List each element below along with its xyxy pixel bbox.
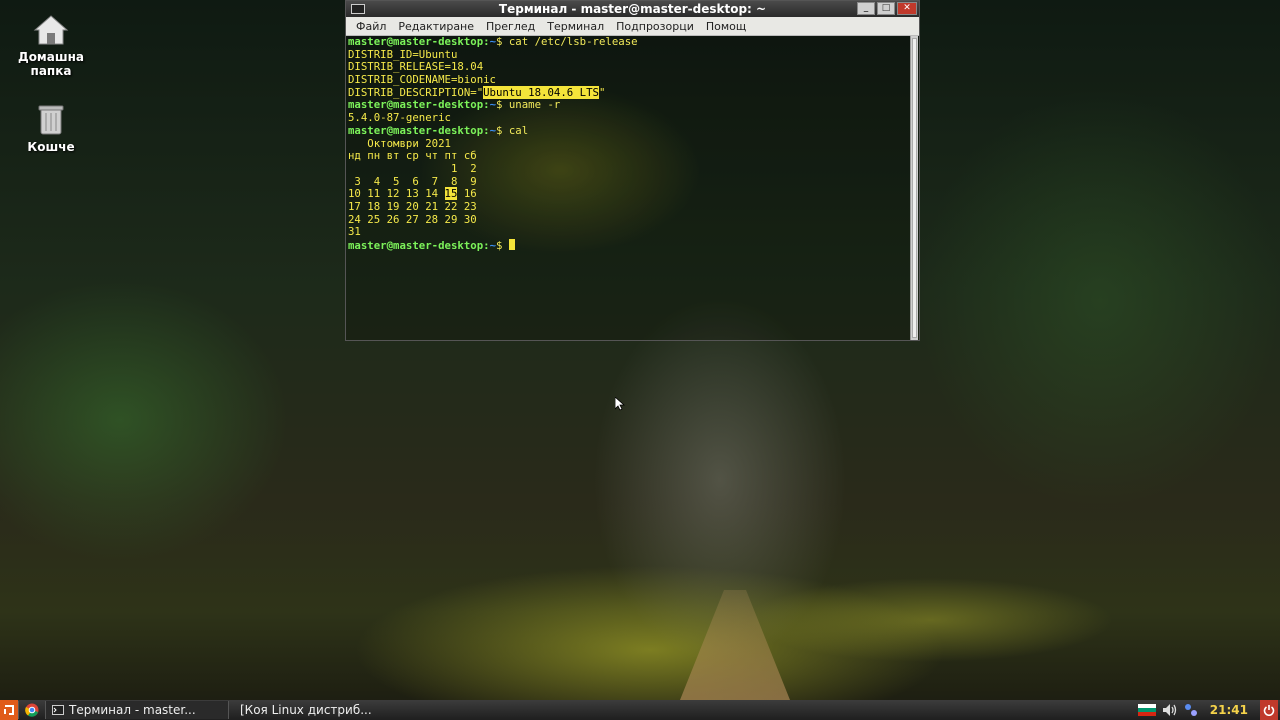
power-icon: [1263, 705, 1275, 716]
mouse-pointer-icon: [615, 397, 625, 411]
calendar-row: 17 18 19 20 21 22 23: [348, 199, 477, 213]
start-menu-button[interactable]: [0, 700, 18, 720]
home-folder-icon: [33, 15, 69, 45]
maximize-button[interactable]: □: [877, 2, 895, 15]
calendar-segment: 16: [457, 187, 477, 201]
minimize-button[interactable]: _: [857, 2, 875, 15]
menu-help[interactable]: Помощ: [700, 20, 752, 33]
desktop-icon-label: Кошче: [27, 140, 75, 154]
text-cursor: [508, 239, 515, 250]
command-text: cal: [508, 123, 529, 137]
browser-launcher[interactable]: [18, 701, 45, 719]
window-title: Терминал - master@master-desktop: ~: [498, 2, 767, 16]
prompt-user: master@master-desktop: [348, 98, 484, 112]
prompt-user: master@master-desktop: [348, 35, 484, 48]
terminal-icon: [351, 4, 365, 14]
app-menu-icon: [4, 705, 14, 715]
menu-tabs[interactable]: Подпрозорци: [610, 20, 700, 33]
desktop-icon-label: Домашна папка: [18, 50, 84, 78]
trash-icon: [38, 105, 64, 135]
prompt-line: master@master-desktop:~$ cal: [348, 123, 529, 137]
output-segment: ": [598, 85, 606, 99]
wallpaper-path: [680, 590, 790, 700]
menu-edit[interactable]: Редактиране: [392, 20, 480, 33]
terminal-window[interactable]: Терминал - master@master-desktop: ~ _ □ …: [345, 0, 920, 341]
output-segment: DISTRIB_DESCRIPTION=": [348, 85, 484, 99]
clock[interactable]: 21:41: [1204, 703, 1254, 717]
window-titlebar[interactable]: Терминал - master@master-desktop: ~ _ □ …: [346, 1, 919, 17]
taskbar: Терминал - master... [Коя Linux дистриб.…: [0, 700, 1280, 720]
power-button[interactable]: [1260, 700, 1278, 720]
menu-view[interactable]: Преглед: [480, 20, 541, 33]
task-terminal[interactable]: Терминал - master...: [45, 701, 228, 719]
network-icon[interactable]: [1184, 703, 1198, 717]
keyboard-layout-flag-icon[interactable]: [1137, 704, 1156, 716]
calendar-row: 31: [348, 225, 361, 239]
prompt-line: master@master-desktop:~$ cat /etc/lsb-re…: [348, 35, 638, 48]
prompt-user: master@master-desktop: [348, 239, 484, 252]
calendar-today: 15: [444, 187, 458, 201]
menu-terminal[interactable]: Терминал: [541, 20, 610, 33]
task-label: Терминал - master...: [69, 703, 196, 717]
calendar-row: 1 2: [348, 161, 477, 175]
chrome-icon: [25, 703, 39, 717]
task-label: [Коя Linux дистриб...: [240, 703, 371, 717]
command-text: cat /etc/lsb-release: [508, 35, 638, 48]
vertical-scrollbar[interactable]: [910, 36, 918, 340]
scrollbar-thumb[interactable]: [912, 38, 917, 338]
task-browser[interactable]: [Коя Linux дистриб...: [228, 701, 371, 719]
command-text: uname -r: [508, 98, 561, 112]
terminal-output[interactable]: master@master-desktop:~$ cat /etc/lsb-re…: [346, 35, 911, 340]
volume-icon[interactable]: [1162, 703, 1178, 717]
prompt-user: master@master-desktop: [348, 123, 484, 137]
terminal-icon: [52, 705, 64, 715]
desktop-icon-home[interactable]: Домашна папка: [6, 14, 96, 78]
menu-file[interactable]: Файл: [350, 20, 392, 33]
close-button[interactable]: ✕: [897, 2, 917, 15]
calendar-row: 24 25 26 27 28 29 30: [348, 212, 477, 226]
prompt-line: master@master-desktop:~$: [348, 239, 909, 252]
calendar-segment: 10 11 12 13 14: [348, 187, 445, 201]
system-tray: 21:41: [1137, 700, 1280, 720]
selected-text: Ubuntu 18.04.6 LTS: [483, 85, 599, 99]
menu-bar: Файл Редактиране Преглед Терминал Подпро…: [346, 17, 919, 36]
calendar-header: нд пн вт ср чт пт сб: [348, 149, 477, 163]
desktop-icon-trash[interactable]: Кошче: [6, 104, 96, 154]
